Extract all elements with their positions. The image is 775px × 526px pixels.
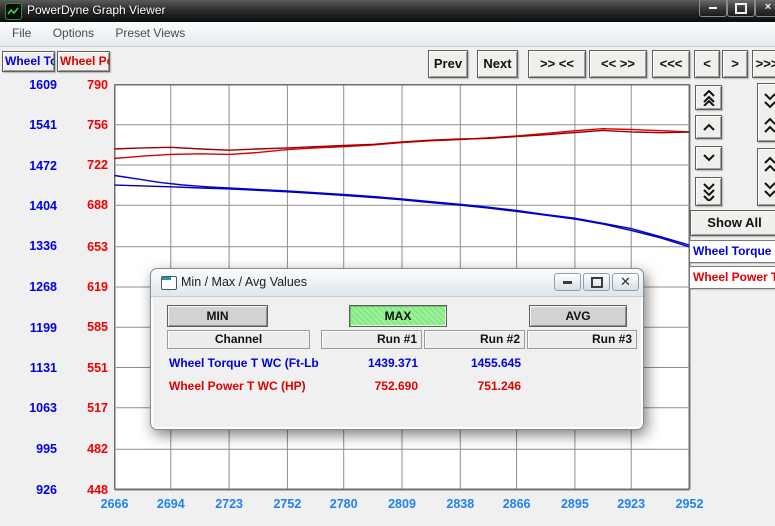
menu-file[interactable]: File	[3, 26, 40, 40]
close-icon: ×	[765, 1, 771, 13]
power-tick-label: 448	[62, 482, 108, 498]
column-header-run1: Run #1	[321, 330, 422, 349]
run3-value	[527, 378, 633, 394]
window-close-button[interactable]: ×	[755, 0, 775, 17]
app-icon	[5, 3, 22, 20]
double-chevron-up-icon	[702, 90, 716, 106]
menu-options[interactable]: Options	[44, 26, 103, 40]
torque-tick-label: 1541	[2, 117, 57, 133]
axis-scroll-up-fast-button[interactable]	[695, 85, 722, 110]
prev-button[interactable]: Prev	[428, 50, 468, 78]
torque-tick-label: 1063	[2, 400, 57, 416]
rpm-tick-label: 2809	[374, 497, 430, 512]
rpm-tick-label: 2952	[662, 497, 718, 512]
show-all-button[interactable]: Show All	[690, 210, 775, 236]
rpm-tick-label: 2923	[603, 497, 659, 512]
power-tick-label: 551	[62, 360, 108, 376]
pan-left-button[interactable]: <	[694, 50, 720, 78]
rpm-tick-label: 2666	[87, 497, 143, 512]
chevron-down-icon	[702, 154, 716, 162]
restore-icon	[591, 277, 603, 288]
chevrons-outward-icon	[763, 155, 775, 199]
torque-tick-label: 1609	[2, 77, 57, 93]
run2-value: 751.246	[424, 378, 521, 394]
dialog-close-button[interactable]: ✕	[612, 273, 639, 291]
torque-tick-label: 1472	[2, 158, 57, 174]
min-mode-button[interactable]: MIN	[167, 305, 268, 327]
graph-icon	[7, 5, 20, 18]
axis-scroll-down-button[interactable]	[695, 146, 722, 170]
dialog-titlebar[interactable]: Min / Max / Avg Values ✕	[151, 269, 643, 297]
run2-value: 1455.645	[424, 355, 521, 371]
power-tick-label: 585	[62, 319, 108, 335]
torque-tick-label: 1268	[2, 279, 57, 295]
run1-value: 1439.371	[321, 355, 418, 371]
torque-tick-label: 1131	[2, 360, 57, 376]
column-header-run3: Run #3	[527, 330, 637, 349]
window-title: PowerDyne Graph Viewer	[27, 3, 166, 17]
dialog-icon	[161, 276, 177, 290]
power-tick-label: 653	[62, 239, 108, 255]
window-maximize-button[interactable]	[727, 0, 755, 17]
rpm-tick-label: 2694	[143, 497, 199, 512]
rpm-tick-label: 2838	[432, 497, 488, 512]
run3-value	[527, 355, 633, 371]
axis-expand-button[interactable]	[757, 148, 775, 206]
chevrons-inward-icon	[763, 91, 775, 135]
power-tick-label: 688	[62, 197, 108, 213]
zoom-out-x-button[interactable]: << >>	[589, 50, 647, 78]
column-header-channel: Channel	[167, 330, 310, 349]
torque-tick-label: 1336	[2, 238, 57, 254]
torque-tick-label: 926	[2, 482, 57, 498]
power-tick-label: 790	[62, 77, 108, 93]
tab-wheel-torque[interactable]: Wheel Tc	[2, 51, 55, 72]
close-icon: ✕	[620, 274, 631, 289]
next-button[interactable]: Next	[477, 50, 518, 78]
max-mode-button[interactable]: MAX	[349, 305, 447, 327]
rpm-tick-label: 2780	[316, 497, 372, 512]
axis-scroll-up-button[interactable]	[695, 115, 722, 139]
legend-wheel-power-button[interactable]: Wheel Power T	[689, 266, 775, 289]
power-tick-label: 482	[62, 441, 108, 457]
app-window: PowerDyne Graph Viewer × File Options Pr…	[0, 0, 775, 526]
run1-value: 752.690	[321, 378, 418, 394]
dialog-title: Min / Max / Avg Values	[181, 275, 307, 289]
legend-wheel-torque-button[interactable]: Wheel Torque	[689, 240, 775, 263]
torque-tick-label: 1404	[2, 198, 57, 214]
window-minimize-button[interactable]	[699, 0, 727, 17]
double-chevron-down-icon	[702, 183, 716, 201]
torque-tick-label: 995	[2, 441, 57, 457]
power-tick-label: 756	[62, 117, 108, 133]
pan-right-button[interactable]: >	[722, 50, 748, 78]
power-tick-label: 619	[62, 279, 108, 295]
window-titlebar: PowerDyne Graph Viewer ×	[0, 0, 775, 22]
power-tick-label: 722	[62, 157, 108, 173]
axis-scroll-down-fast-button[interactable]	[695, 177, 722, 206]
minimize-icon	[709, 7, 717, 9]
pan-far-right-button[interactable]: >>>	[752, 50, 775, 78]
menubar: File Options Preset Views	[0, 22, 775, 47]
rpm-tick-label: 2866	[489, 497, 545, 512]
axis-compress-button[interactable]	[757, 83, 775, 142]
chevron-up-icon	[702, 123, 716, 131]
power-tick-label: 517	[62, 400, 108, 416]
torque-tick-label: 1199	[2, 320, 57, 336]
rpm-tick-label: 2723	[201, 497, 257, 512]
avg-mode-button[interactable]: AVG	[529, 305, 627, 327]
rpm-tick-label: 2752	[259, 497, 315, 512]
dialog-restore-button[interactable]	[583, 273, 610, 291]
dialog-minimize-button[interactable]	[554, 273, 581, 291]
zoom-in-x-button[interactable]: >> <<	[528, 50, 586, 78]
menu-preset-views[interactable]: Preset Views	[106, 26, 194, 40]
rpm-tick-label: 2895	[547, 497, 603, 512]
tab-wheel-power[interactable]: Wheel Pc	[57, 51, 110, 72]
column-header-run2: Run #2	[424, 330, 525, 349]
minimize-icon	[563, 281, 572, 284]
pan-far-left-button[interactable]: <<<	[652, 50, 690, 78]
maximize-icon	[735, 3, 747, 14]
min-max-avg-dialog: Min / Max / Avg Values ✕ MIN MAX AVG Cha…	[150, 268, 644, 430]
